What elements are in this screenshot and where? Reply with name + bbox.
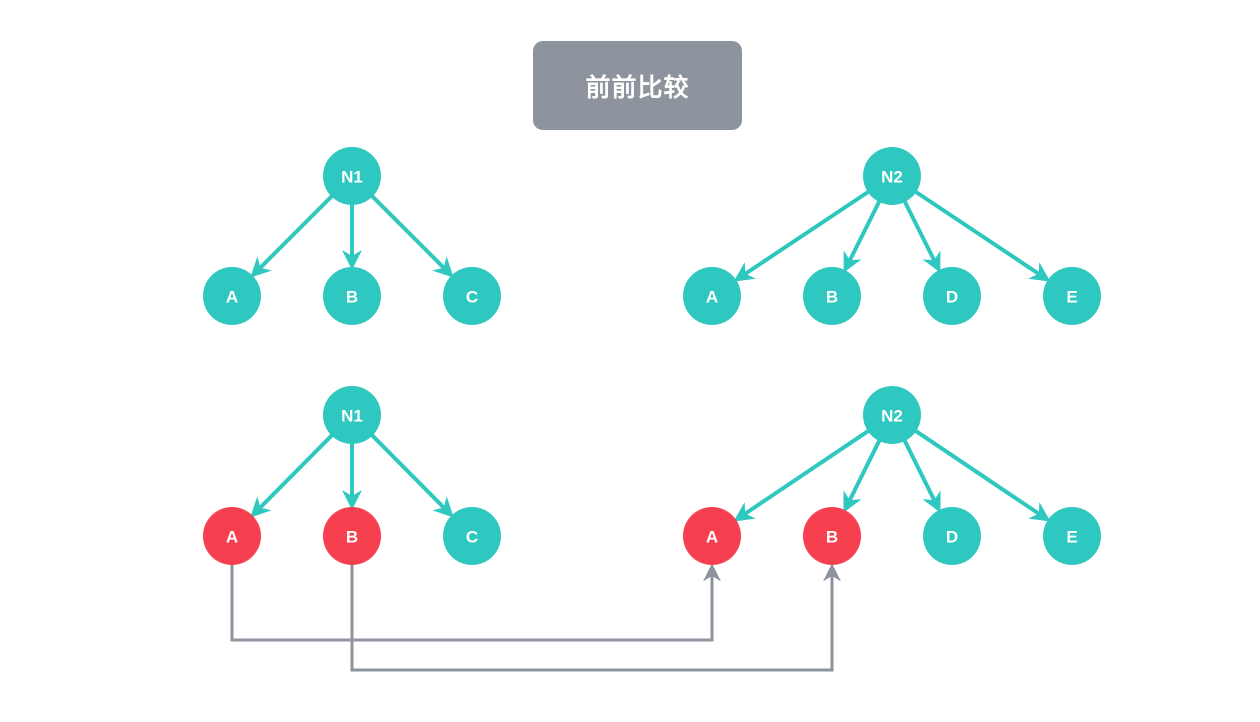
bottom-right-node-d-label: D: [946, 528, 958, 547]
bottom-left-node-c-label: C: [466, 528, 478, 547]
bottom-left-root-node-label: N1: [341, 407, 363, 426]
bottom-right-node-e-label: E: [1066, 528, 1077, 547]
bottom-right-node-d: D: [923, 507, 981, 565]
bottom-right-node-e: E: [1043, 507, 1101, 565]
bottom-right-edge-b: [843, 438, 882, 513]
match-link-1: [230, 563, 721, 642]
top-right-edge-b: [843, 199, 882, 273]
top-right-root-node-label: N2: [881, 168, 903, 187]
top-right-node-b-label: B: [826, 288, 838, 307]
top-right-root-node: N2: [863, 147, 921, 205]
bottom-right-root-node: N2: [863, 386, 921, 444]
bottom-right-node-b-label: B: [826, 528, 838, 547]
top-right-edge-a: [733, 189, 871, 282]
bottom-left-node-c: C: [443, 507, 501, 565]
top-right-node-a: A: [683, 267, 741, 325]
top-left-node-a-label: A: [226, 288, 238, 307]
top-right-node-e-label: E: [1066, 288, 1077, 307]
top-left-node-b: B: [323, 267, 381, 325]
bottom-right-edge-d: [902, 438, 941, 513]
tree-comparison-diagram: N1 A B C N2 A B D E N1 A B C N2 A B D E: [203, 147, 1101, 672]
top-left-node-c: C: [443, 267, 501, 325]
bottom-left-root-node: N1: [323, 386, 381, 444]
link-layer: [230, 563, 841, 672]
bottom-right-node-b: B: [803, 507, 861, 565]
top-left-node-b-label: B: [346, 288, 358, 307]
edge-layer: [250, 189, 1051, 522]
bottom-right-root-node-label: N2: [881, 407, 903, 426]
bottom-left-edge-c: [369, 432, 454, 518]
node-layer: N1 A B C N2 A B D E N1 A B C N2 A B D E: [203, 147, 1101, 565]
bottom-right-node-a: A: [683, 507, 741, 565]
bottom-left-node-a-label: A: [226, 528, 238, 547]
top-left-edge-c: [369, 193, 454, 278]
bottom-right-edge-e: [913, 428, 1051, 522]
top-left-root-node-label: N1: [341, 168, 363, 187]
top-left-root-node: N1: [323, 147, 381, 205]
top-right-edge-e: [913, 189, 1051, 282]
top-left-edge-a: [250, 193, 335, 278]
top-right-node-d: D: [923, 267, 981, 325]
top-right-node-d-label: D: [946, 288, 958, 307]
top-right-node-e: E: [1043, 267, 1101, 325]
bottom-right-node-a-label: A: [706, 528, 718, 547]
bottom-left-edge-a: [250, 432, 335, 518]
top-left-node-a: A: [203, 267, 261, 325]
top-right-node-b: B: [803, 267, 861, 325]
bottom-left-node-a: A: [203, 507, 261, 565]
top-left-node-c-label: C: [466, 288, 478, 307]
bottom-right-edge-a: [733, 428, 871, 522]
bottom-left-node-b: B: [323, 507, 381, 565]
match-link-2: [350, 563, 841, 672]
top-right-edge-d: [902, 199, 941, 273]
top-right-node-a-label: A: [706, 288, 718, 307]
bottom-left-node-b-label: B: [346, 528, 358, 547]
